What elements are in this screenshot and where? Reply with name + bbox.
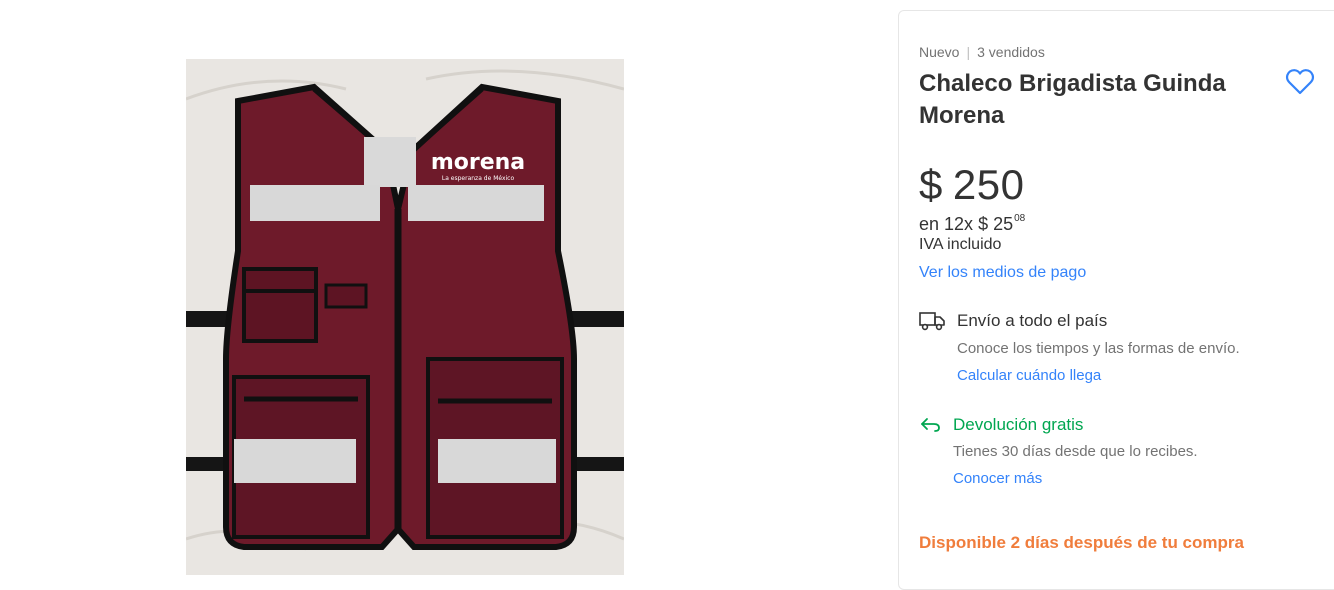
shipping-title: Envío a todo el país: [957, 311, 1108, 330]
installments-prefix: en 12x: [919, 214, 974, 234]
subtitle-separator: |: [966, 44, 971, 60]
price-amount: 250: [952, 161, 1025, 208]
buy-box: Nuevo | 3 vendidos Chaleco Brigadista Guin…: [898, 10, 1334, 590]
condition-label: Nuevo: [919, 44, 960, 60]
returns-title: Devolución gratis: [953, 415, 1084, 434]
price-currency: $: [919, 161, 943, 208]
product-subtitle: Nuevo | 3 vendidos: [919, 44, 1045, 60]
product-image[interactable]: morena La esperanza de México: [186, 59, 624, 575]
calculate-delivery-link[interactable]: Calcular cuándo llega: [957, 367, 1101, 384]
availability-note: Disponible 2 días después de tu compra: [919, 533, 1244, 552]
payment-methods-link[interactable]: Ver los medios de pago: [919, 264, 1086, 282]
returns-more-link[interactable]: Conocer más: [953, 470, 1042, 487]
returns-subtitle: Tienes 30 días desde que lo recibes.: [953, 443, 1198, 460]
vest-logo-text: morena: [431, 150, 525, 175]
product-title: Chaleco Brigadista Guinda Morena: [919, 70, 1226, 129]
heart-icon[interactable]: [1285, 67, 1315, 97]
tax-note: IVA incluido: [919, 236, 1002, 253]
truck-icon: [919, 311, 945, 331]
vest-logo-tagline: La esperanza de México: [442, 175, 515, 182]
installment-cents: 08: [1014, 213, 1026, 224]
installment-amount: $ 25: [978, 214, 1014, 234]
return-arrow-icon: [919, 416, 941, 434]
sold-count: 3 vendidos: [977, 44, 1045, 60]
image-gallery: morena La esperanza de México: [0, 0, 880, 575]
vest-illustration: morena La esperanza de México: [186, 59, 624, 575]
installments: en 12x $ 2508: [919, 213, 1026, 235]
price: $250: [919, 161, 1024, 209]
shipping-subtitle: Conoce los tiempos y las formas de envío…: [957, 340, 1240, 357]
